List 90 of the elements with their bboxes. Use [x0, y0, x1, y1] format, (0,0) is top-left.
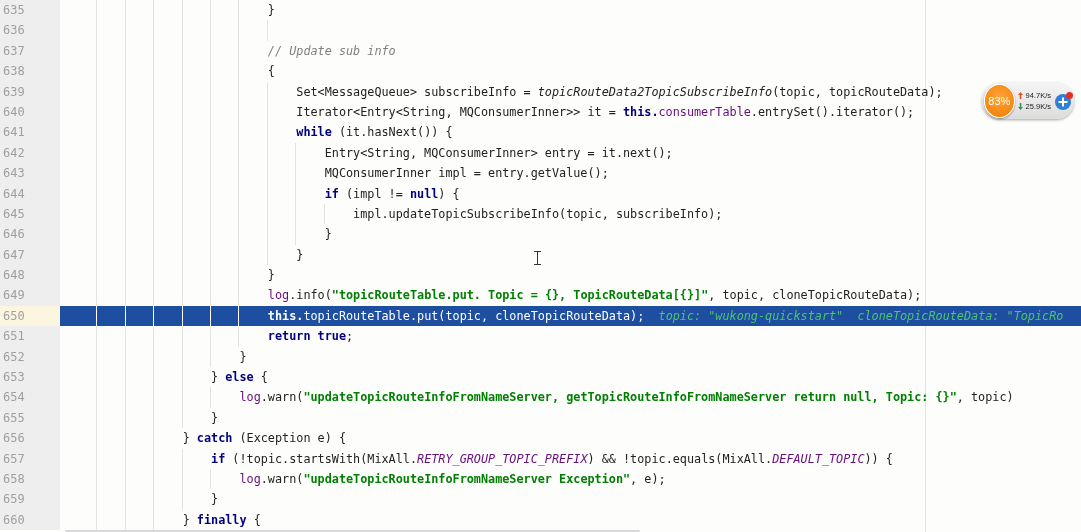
- code-token: log: [266, 288, 290, 303]
- code-token: }: [210, 370, 220, 385]
- code-token: return true: [266, 329, 346, 344]
- code-token: log: [238, 390, 261, 405]
- code-token: topicRouteData2TopicSubscribeInfo: [537, 84, 773, 99]
- line-number: 640: [0, 101, 60, 123]
- code-token: .warn(: [260, 472, 304, 486]
- code-token: (!topic.startsWith(MixAll.: [231, 451, 418, 466]
- code-token: Set<MessageQueue> subscribeInfo =: [295, 84, 532, 99]
- code-token: }: [266, 268, 275, 283]
- code-token: , topic): [956, 390, 1014, 405]
- upload-arrow-icon: [1017, 92, 1023, 99]
- code-token: )) {: [864, 451, 893, 466]
- code-token: }: [210, 492, 219, 507]
- line-number: 635: [0, 0, 60, 21]
- code-token: (it.hasNext()) {: [337, 125, 453, 140]
- code-token: }: [181, 512, 191, 527]
- line-number: 638: [0, 61, 60, 82]
- line-number: 651: [0, 326, 60, 347]
- line-number: 652: [0, 346, 60, 368]
- code-token: MQConsumerInner impl = entry.getValue();: [323, 166, 609, 181]
- line-number: 654: [0, 387, 60, 408]
- code-token: }: [181, 431, 191, 446]
- code-token: .warn(: [260, 390, 304, 405]
- code-token: .entrySet().iterator();: [750, 104, 915, 119]
- code-token: , topic, cloneTopicRouteData);: [708, 288, 922, 303]
- code-token: Entry<String, MQConsumerInner> entry = it.next();: [323, 145, 673, 160]
- code-token: RETRY_GROUP_TOPIC_PREFIX: [417, 451, 588, 466]
- code-token: impl.updateTopicSubscribeInfo(topic, subscribeInfo);: [352, 206, 723, 221]
- code-token: ;: [346, 329, 354, 344]
- plus-icon[interactable]: [1054, 91, 1074, 111]
- code-token: {: [259, 370, 268, 385]
- code-token: (impl !=: [345, 186, 404, 201]
- line-number: 646: [0, 224, 60, 245]
- code-token: catch: [196, 431, 233, 446]
- code-token: null: [409, 186, 439, 201]
- code-token: (topic, topicRouteData);: [772, 84, 943, 99]
- horizontal-scrollbar[interactable]: [65, 530, 640, 532]
- code-token: if: [323, 186, 339, 201]
- line-number: 643: [0, 163, 60, 184]
- text-cursor-icon: [534, 251, 541, 265]
- line-number: 650: [0, 305, 60, 327]
- code-token: this.: [623, 104, 659, 119]
- code-token: }: [210, 410, 219, 425]
- code-token: Iterator<Entry<String, MQConsumerInner>> it =: [295, 104, 617, 119]
- line-number: 657: [0, 448, 60, 469]
- code-token: }: [323, 227, 332, 242]
- line-number: 645: [0, 203, 60, 225]
- line-number: 647: [0, 244, 60, 266]
- line-number: 636: [0, 20, 60, 41]
- code-token: "updateTopicRouteInfoFromNameServer, getTopicRouteInfoFromNameServer return null, Topic: {}": [303, 390, 957, 405]
- code-token: log: [238, 472, 261, 486]
- cpu-usage-gauge: 83%: [984, 84, 1015, 118]
- code-token: "topicRouteTable.put. Topic = {}, TopicRouteData[{}]": [331, 288, 709, 303]
- inline-value-hint: topic: "wukong-quickstart" cloneTopicRouteData: "TopicRo: [657, 308, 1064, 323]
- line-number: 642: [0, 142, 60, 164]
- code-token: }: [238, 349, 247, 364]
- line-number: 639: [0, 81, 60, 102]
- code-token: (Exception e) {: [238, 431, 346, 446]
- code-token: else: [225, 370, 254, 385]
- line-number: 641: [0, 122, 60, 143]
- line-number: 637: [0, 40, 60, 62]
- code-token: .info(: [289, 288, 332, 303]
- line-number: 659: [0, 489, 60, 510]
- line-number: 648: [0, 265, 60, 286]
- code-token: }: [295, 247, 304, 262]
- code-token: DEFAULT_TOPIC: [772, 451, 865, 466]
- code-token: this.: [266, 308, 304, 323]
- code-token: ) {: [438, 186, 460, 201]
- code-token: ) && !topic.equals(MixAll.: [587, 451, 773, 466]
- line-number: 658: [0, 469, 60, 490]
- download-arrow-icon: [1017, 103, 1023, 110]
- code-token: "updateTopicRouteInfoFromNameServer Exception": [303, 472, 631, 486]
- line-number: 660: [0, 509, 60, 531]
- code-token: {: [252, 512, 261, 527]
- code-token: , e);: [630, 472, 666, 486]
- code-token: }: [266, 3, 275, 17]
- code-token: .put(topic, cloneTopicRouteData);: [409, 308, 645, 323]
- code-token: while: [295, 125, 332, 140]
- line-number: 653: [0, 367, 60, 388]
- code-token: if: [210, 451, 226, 466]
- line-number: 656: [0, 428, 60, 449]
- code-token: {: [266, 64, 275, 79]
- code-comment: // Update sub info: [266, 43, 396, 58]
- code-token: finally: [196, 512, 247, 527]
- line-number: 649: [0, 285, 60, 306]
- code-token: consumerTable: [658, 104, 751, 119]
- line-number: 644: [0, 183, 60, 204]
- code-token: topicRouteTable: [303, 308, 410, 323]
- line-number: 655: [0, 407, 60, 429]
